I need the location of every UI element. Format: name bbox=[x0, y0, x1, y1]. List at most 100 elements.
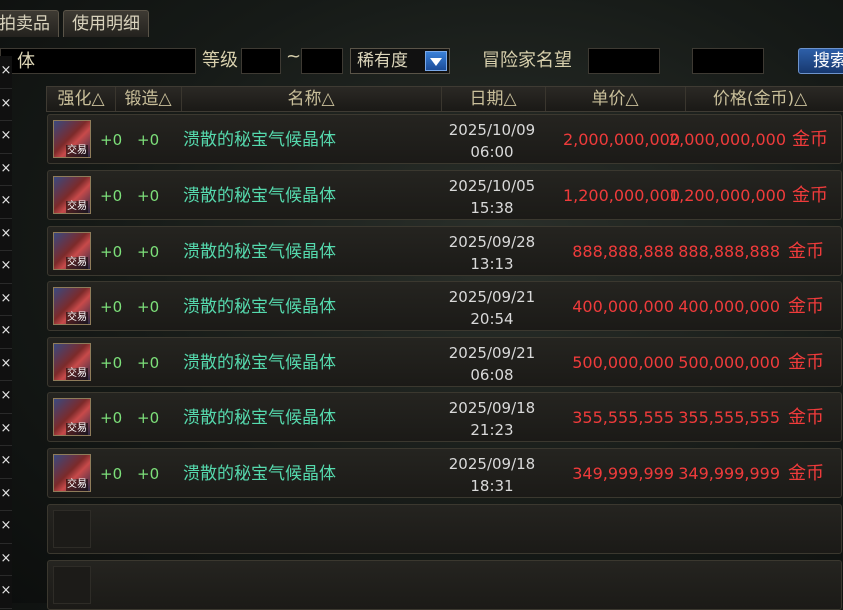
time: 20:54 bbox=[470, 310, 514, 328]
currency-label: 金币 bbox=[792, 185, 828, 206]
enhance-value: +0 bbox=[100, 298, 123, 316]
close-icon[interactable]: × bbox=[0, 348, 12, 381]
crystal-item-icon[interactable]: 交易 bbox=[53, 120, 91, 158]
header-name[interactable]: 名称△ bbox=[181, 87, 442, 111]
time: 06:00 bbox=[470, 143, 514, 161]
forge-value: +0 bbox=[137, 187, 160, 205]
table-row[interactable]: 交易 +0 +0 溃散的秘宝气候晶体 2025/09/18 21:23 355,5… bbox=[47, 392, 842, 442]
close-icon[interactable]: × bbox=[0, 56, 12, 89]
close-icon[interactable]: × bbox=[0, 121, 12, 154]
close-icon[interactable]: × bbox=[0, 413, 12, 446]
empty-item-slot bbox=[53, 510, 91, 548]
fame-max-input[interactable] bbox=[692, 48, 764, 74]
close-icon[interactable]: × bbox=[0, 543, 12, 576]
crystal-item-icon[interactable]: 交易 bbox=[53, 343, 91, 381]
empty-item-slot bbox=[53, 566, 91, 604]
close-icon[interactable]: × bbox=[0, 381, 12, 414]
time: 21:23 bbox=[470, 421, 514, 439]
currency-label: 金币 bbox=[792, 129, 828, 150]
fame-min-input[interactable] bbox=[588, 48, 660, 74]
date: 2025/10/05 bbox=[448, 177, 536, 195]
level-min-input[interactable] bbox=[241, 48, 281, 74]
table-row[interactable]: 交易 +0 +0 溃散的秘宝气候晶体 2025/10/05 15:38 1,200… bbox=[47, 170, 842, 220]
unit-price: 349,999,999 bbox=[572, 464, 674, 483]
close-icon[interactable]: × bbox=[0, 186, 12, 219]
trade-badge: 交易 bbox=[66, 145, 88, 157]
trade-badge: 交易 bbox=[66, 257, 88, 269]
close-icon[interactable]: × bbox=[0, 251, 12, 284]
filter-bar: 体 等级 ~ 稀有度 冒险家名望 搜索 bbox=[0, 44, 843, 80]
tab-auction-items[interactable]: 拍卖品 bbox=[0, 10, 59, 37]
time: 18:31 bbox=[470, 477, 514, 495]
header-date[interactable]: 日期△ bbox=[441, 87, 546, 111]
total-price: 349,999,999 bbox=[678, 464, 780, 483]
crystal-item-icon[interactable]: 交易 bbox=[53, 232, 91, 270]
header-unit-price[interactable]: 单价△ bbox=[545, 87, 686, 111]
total-price: 400,000,000 bbox=[678, 297, 780, 316]
close-column: × × × × × × × × × × × × × × × × × bbox=[0, 56, 12, 609]
close-icon[interactable]: × bbox=[0, 316, 12, 349]
close-icon[interactable]: × bbox=[0, 511, 12, 544]
unit-price: 355,555,555 bbox=[572, 408, 674, 427]
currency-label: 金币 bbox=[788, 296, 824, 317]
crystal-item-icon[interactable]: 交易 bbox=[53, 176, 91, 214]
close-icon[interactable]: × bbox=[0, 88, 12, 121]
total-price: 500,000,000 bbox=[678, 353, 780, 372]
time: 13:13 bbox=[470, 255, 514, 273]
close-icon[interactable]: × bbox=[0, 478, 12, 511]
enhance-value: +0 bbox=[100, 131, 123, 149]
total-price: 2,000,000,000 bbox=[668, 130, 786, 149]
item-name: 溃散的秘宝气候晶体 bbox=[183, 186, 336, 206]
unit-price: 2,000,000,000 bbox=[562, 130, 680, 149]
header-forge[interactable]: 锻造△ bbox=[115, 87, 182, 111]
forge-value: +0 bbox=[137, 409, 160, 427]
close-icon[interactable]: × bbox=[0, 153, 12, 186]
listing-date: 2025/09/18 21:23 bbox=[440, 397, 544, 441]
trade-badge: 交易 bbox=[66, 368, 88, 380]
total-price: 355,555,555 bbox=[678, 408, 780, 427]
trade-badge: 交易 bbox=[66, 312, 88, 324]
header-enhance[interactable]: 强化△ bbox=[47, 87, 116, 111]
date: 2025/10/09 bbox=[448, 121, 536, 139]
forge-value: +0 bbox=[137, 354, 160, 372]
header-total-price[interactable]: 价格(金币)△ bbox=[685, 87, 835, 111]
crystal-item-icon[interactable]: 交易 bbox=[53, 398, 91, 436]
table-row[interactable]: 交易 +0 +0 溃散的秘宝气候晶体 2025/09/21 20:54 400,0… bbox=[47, 281, 842, 331]
close-icon[interactable]: × bbox=[0, 283, 12, 316]
item-name-input[interactable]: 体 bbox=[0, 48, 196, 74]
date: 2025/09/21 bbox=[448, 344, 536, 362]
table-row[interactable]: 交易 +0 +0 溃散的秘宝气候晶体 2025/10/09 06:00 2,000… bbox=[47, 114, 842, 164]
unit-price: 400,000,000 bbox=[572, 297, 674, 316]
unit-price: 888,888,888 bbox=[572, 242, 674, 261]
date: 2025/09/18 bbox=[448, 399, 536, 417]
adventurer-fame-label: 冒险家名望 bbox=[482, 50, 572, 71]
trade-badge: 交易 bbox=[66, 423, 88, 435]
forge-value: +0 bbox=[137, 131, 160, 149]
tab-usage-details[interactable]: 使用明细 bbox=[63, 10, 149, 37]
close-icon[interactable]: × bbox=[0, 218, 12, 251]
table-row[interactable]: 交易 +0 +0 溃散的秘宝气候晶体 2025/09/21 06:08 500,0… bbox=[47, 337, 842, 387]
trade-badge: 交易 bbox=[66, 479, 88, 491]
item-name: 溃散的秘宝气候晶体 bbox=[183, 297, 336, 317]
currency-label: 金币 bbox=[788, 463, 824, 484]
level-label: 等级 bbox=[202, 50, 238, 71]
tab-bar: 拍卖品 使用明细 bbox=[0, 10, 149, 38]
enhance-value: +0 bbox=[100, 187, 123, 205]
level-range-tilde: ~ bbox=[286, 46, 302, 67]
chevron-down-icon[interactable] bbox=[425, 51, 447, 71]
crystal-item-icon[interactable]: 交易 bbox=[53, 287, 91, 325]
listing-date: 2025/10/05 15:38 bbox=[440, 175, 544, 219]
close-icon[interactable]: × bbox=[0, 446, 12, 479]
item-name: 溃散的秘宝气候晶体 bbox=[183, 464, 336, 484]
unit-price: 1,200,000,000 bbox=[562, 186, 680, 205]
currency-label: 金币 bbox=[788, 241, 824, 262]
level-max-input[interactable] bbox=[301, 48, 343, 74]
table-row[interactable]: 交易 +0 +0 溃散的秘宝气候晶体 2025/09/28 13:13 888,8… bbox=[47, 226, 842, 276]
search-button[interactable]: 搜索 bbox=[798, 48, 843, 74]
rarity-select[interactable]: 稀有度 bbox=[350, 48, 450, 74]
table-row[interactable]: 交易 +0 +0 溃散的秘宝气候晶体 2025/09/18 18:31 349,9… bbox=[47, 448, 842, 498]
results-panel: 强化△ 锻造△ 名称△ 日期△ 单价△ 价格(金币)△ 交易 +0 +0 溃散的… bbox=[16, 84, 843, 610]
crystal-item-icon[interactable]: 交易 bbox=[53, 454, 91, 492]
close-icon[interactable]: × bbox=[0, 576, 12, 609]
total-price: 888,888,888 bbox=[678, 242, 780, 261]
